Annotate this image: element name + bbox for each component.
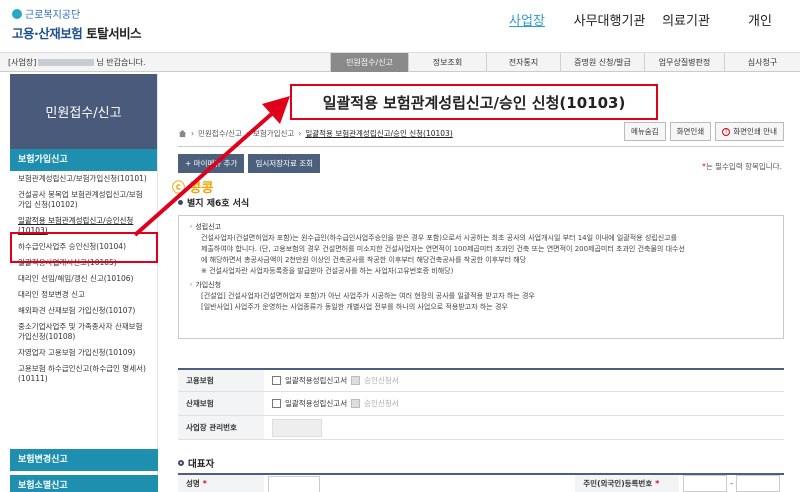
sidebar-section-close[interactable]: 보험소멸신고 bbox=[10, 475, 158, 492]
highlight-box bbox=[10, 232, 158, 263]
rep-id-front-input[interactable] bbox=[683, 475, 728, 492]
form-row-industrial: 산재보험 일괄적용성립신고서 승인신청서 bbox=[178, 392, 784, 416]
page-title: 일괄적용 보험관계성립신고/승인 신청(10103) bbox=[290, 84, 658, 120]
breadcrumb: › 민원접수/신고 › 보험가입신고 › 일괄적용 보험관계성립신고/승인 신청… bbox=[178, 128, 453, 139]
tab-appeal[interactable]: 심사청구 bbox=[724, 53, 800, 72]
top-nav-agency[interactable]: 사무대행기관 bbox=[567, 10, 652, 29]
sidebar-section-change[interactable]: 보험변경신고 bbox=[10, 449, 158, 471]
bullet-ring-icon bbox=[178, 460, 184, 466]
tab-certificate[interactable]: 증명원 신청/발급 bbox=[560, 53, 644, 72]
header: 근로복지공단 고용·산재보험 토탈서비스 사업장 사무대행기관 의료기관 개인 bbox=[0, 0, 800, 45]
form-row-employment: 고용보험 일괄적용성립신고서 승인신청서 bbox=[178, 368, 784, 392]
top-nav: 사업장 사무대행기관 의료기관 개인 bbox=[487, 10, 800, 29]
org-name: 근로복지공단 bbox=[25, 10, 81, 21]
rep-name-input[interactable] bbox=[268, 476, 320, 492]
home-icon[interactable] bbox=[178, 129, 187, 138]
sidebar-item[interactable]: 자영업자 고용보험 가입신청(10109) bbox=[10, 345, 157, 361]
form-title: 별지 제6호 서식 bbox=[178, 196, 249, 209]
breadcrumb-current: 일괄적용 보험관계성립신고/승인 신청(10103) bbox=[305, 129, 453, 138]
sub-bar: [사업장] 님 반갑습니다. 민원접수/신고 정보조회 전자통지 증명원 신청/… bbox=[0, 52, 800, 72]
insurance-form: 고용보험 일괄적용성립신고서 승인신청서 산재보험 일괄적용성립신고서 승인신청… bbox=[178, 368, 784, 440]
divider bbox=[178, 146, 784, 147]
tab-notice[interactable]: 전자통지 bbox=[486, 53, 560, 72]
sidebar-title: 민원접수/신고 bbox=[10, 74, 157, 149]
bullet-icon bbox=[178, 200, 183, 205]
page: 근로복지공단 고용·산재보험 토탈서비스 사업장 사무대행기관 의료기관 개인 … bbox=[0, 0, 800, 492]
industrial-approval-checkbox[interactable] bbox=[351, 399, 361, 408]
sidebar-item[interactable]: 보험관계성립신고/보험가입신청(10101) bbox=[10, 171, 157, 187]
tab-info[interactable]: 정보조회 bbox=[408, 53, 486, 72]
mgmt-number-input[interactable] bbox=[272, 418, 322, 437]
info-icon: ! bbox=[722, 127, 731, 136]
add-my-menu-button[interactable]: + 마이메뉴 추가 bbox=[178, 154, 245, 173]
watermark: ⓒ 콩콩 bbox=[172, 181, 214, 196]
rep-section-title: 대표자 bbox=[178, 456, 214, 470]
temp-save-lookup-button[interactable]: 임시저장자료 조회 bbox=[248, 154, 321, 173]
hide-menu-button[interactable]: 메뉴숨김 bbox=[623, 122, 666, 141]
employment-establish-checkbox[interactable] bbox=[272, 376, 281, 385]
info-box: ◦ 성립신고 건설사업자(건설면허업자 포함)는 원수급인(하수급인사업주승인을… bbox=[178, 215, 784, 339]
employment-approval-checkbox[interactable] bbox=[351, 376, 361, 385]
top-nav-business[interactable]: 사업장 bbox=[487, 10, 567, 29]
rep-row: 성명 * 주민(외국인)등록번호 * - bbox=[178, 473, 784, 492]
tab-disease[interactable]: 업무상질병판정 bbox=[644, 53, 724, 72]
form-row-mgmt-number: 사업장 관리번호 bbox=[178, 416, 784, 440]
sidebar-item[interactable]: 건설공사 봉복업 보험관계성립신고/보험가입 신청(10102) bbox=[10, 187, 157, 213]
breadcrumb-item[interactable]: 민원접수/신고 bbox=[198, 128, 242, 139]
masked-user-name bbox=[38, 59, 95, 66]
top-nav-medical[interactable]: 의료기관 bbox=[652, 10, 720, 29]
main-tabs: 민원접수/신고 정보조회 전자통지 증명원 신청/발급 업무상질병판정 심사청구 bbox=[330, 53, 800, 72]
sidebar-item[interactable]: 중소기업사업주 및 가족종사자 산재보험가입신청(10108) bbox=[10, 319, 157, 345]
print-button[interactable]: 화면인쇄 bbox=[669, 122, 712, 141]
utility-buttons: 메뉴숨김 화면인쇄 ! 화면인쇄 안내 bbox=[623, 122, 784, 141]
breadcrumb-item[interactable]: 보험가입신고 bbox=[253, 128, 294, 139]
action-buttons: + 마이메뉴 추가 임시저장자료 조회 bbox=[178, 154, 321, 173]
sidebar-item[interactable]: 고용보험 하수급인신고(하수급인 명세서)(10111) bbox=[10, 361, 157, 387]
print-guide-button[interactable]: ! 화면인쇄 안내 bbox=[715, 122, 784, 141]
welcome-text: [사업장] 님 반갑습니다. bbox=[8, 58, 146, 67]
sidebar-item[interactable]: 해외파견 산재보험 가입신청(10107) bbox=[10, 303, 157, 319]
sidebar-item[interactable]: 대리인 정보변경 신고 bbox=[10, 287, 157, 303]
service-name-a: 고용·산재보험 bbox=[12, 26, 83, 41]
service-name-b: 토탈서비스 bbox=[86, 26, 142, 41]
industrial-establish-checkbox[interactable] bbox=[272, 399, 281, 408]
top-nav-personal[interactable]: 개인 bbox=[720, 10, 800, 29]
sidebar-section-join[interactable]: 보험가입신고 bbox=[10, 149, 157, 171]
logo[interactable]: 근로복지공단 고용·산재보험 토탈서비스 bbox=[12, 6, 142, 42]
logo-icon bbox=[12, 8, 22, 19]
tab-complaint[interactable]: 민원접수/신고 bbox=[330, 53, 408, 72]
sidebar-item[interactable]: 대리인 선임/해임/갱신 신고(10106) bbox=[10, 271, 157, 287]
main-content: 일괄적용 보험관계성립신고/승인 신청(10103) › 민원접수/신고 › 보… bbox=[172, 74, 792, 492]
rep-id-back-input[interactable] bbox=[736, 475, 780, 492]
sidebar-list: 보험관계성립신고/보험가입신청(10101) 건설공사 봉복업 보험관계성립신고… bbox=[10, 171, 157, 387]
required-note: *는 필수입력 항목입니다. bbox=[702, 162, 782, 171]
sidebar: 민원접수/신고 보험가입신고 보험관계성립신고/보험가입신청(10101) 건설… bbox=[10, 74, 158, 492]
